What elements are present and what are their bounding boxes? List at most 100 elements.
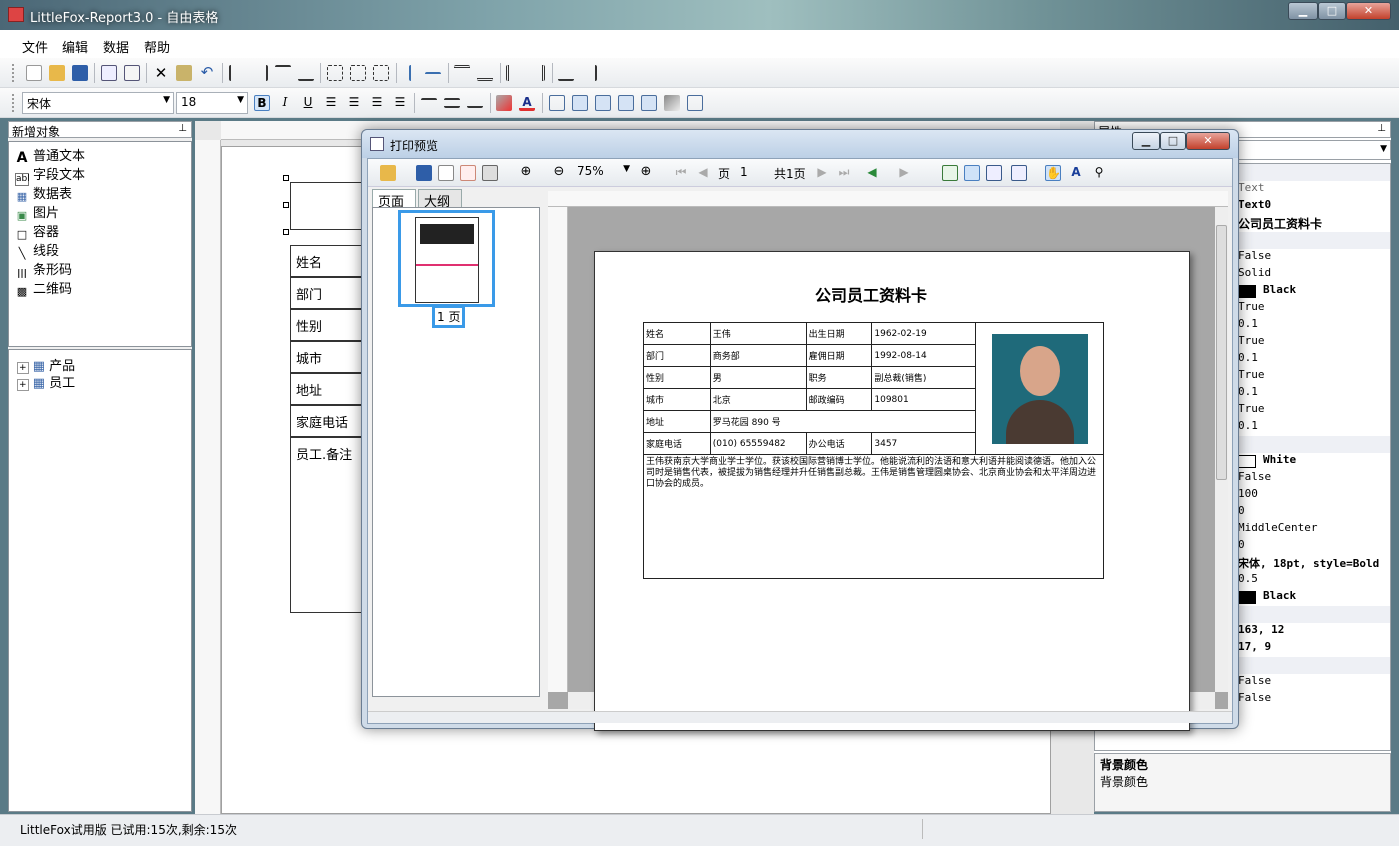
align-bottom-icon[interactable] xyxy=(298,65,314,81)
first-page-icon[interactable]: ⏮ xyxy=(673,165,689,181)
tab-page[interactable]: 页面 xyxy=(372,189,416,210)
size-combo[interactable]: 18 ▼ xyxy=(176,92,248,114)
multi-page-icon[interactable] xyxy=(1011,165,1027,181)
menu-help[interactable]: 帮助 xyxy=(144,37,170,56)
new-icon[interactable] xyxy=(26,65,42,81)
hand-icon[interactable]: ✋ xyxy=(1045,165,1061,181)
border-none-icon[interactable] xyxy=(687,95,703,111)
field-name[interactable]: 姓名 xyxy=(290,245,362,277)
font-color-icon[interactable]: A xyxy=(519,95,535,111)
field-gender[interactable]: 性别 xyxy=(290,309,362,341)
italic-icon[interactable]: I xyxy=(277,95,293,111)
same-size-icon[interactable] xyxy=(373,65,389,81)
prev-page-icon[interactable]: ◀ xyxy=(695,165,711,181)
dialog-minimize-button[interactable]: ▁ xyxy=(1132,132,1160,150)
space-vertical-decrease-icon[interactable] xyxy=(477,65,493,81)
minimize-button[interactable]: ▁ xyxy=(1288,2,1318,20)
next-page-icon[interactable]: ▶ xyxy=(814,165,830,181)
border-all-icon[interactable] xyxy=(549,95,565,111)
zoom-out-icon[interactable]: ⊖ xyxy=(551,165,567,181)
selection-handle[interactable] xyxy=(283,202,289,208)
object-field-text[interactable]: abl 字段文本 xyxy=(15,164,85,186)
same-height-icon[interactable] xyxy=(350,65,366,81)
preview-viewport[interactable]: 公司员工资料卡 姓名 王伟 出生日期 1962-02-19 部门 商务部 雇佣日… xyxy=(548,191,1228,731)
page-icon[interactable] xyxy=(438,165,454,181)
open-icon[interactable] xyxy=(380,165,396,181)
border-left-icon[interactable] xyxy=(618,95,634,111)
align-text-left-icon[interactable]: ☰ xyxy=(323,95,339,111)
object-container[interactable]: □ 容器 xyxy=(15,221,59,241)
align-top-icon[interactable] xyxy=(275,65,291,81)
back-icon[interactable]: ◀ xyxy=(864,165,880,181)
align-text-right-icon[interactable]: ☰ xyxy=(369,95,385,111)
space-horizontal-decrease-icon[interactable] xyxy=(529,65,545,81)
maximize-button[interactable]: □ xyxy=(1318,2,1346,20)
font-combo[interactable]: 宋体 ▼ xyxy=(22,92,174,114)
border-right-icon[interactable] xyxy=(641,95,657,111)
cut-icon[interactable]: ✕ xyxy=(153,65,169,81)
border-outer-icon[interactable] xyxy=(572,95,588,111)
tree-node-employees[interactable]: + ▦ 员工 xyxy=(17,372,75,391)
menu-data[interactable]: 数据 xyxy=(103,37,129,56)
space-horizontal-icon[interactable] xyxy=(506,65,522,81)
object-data-table[interactable]: ▦ 数据表 xyxy=(15,183,72,203)
object-plain-text[interactable]: A 普通文本 xyxy=(15,145,85,166)
dialog-close-button[interactable]: ✕ xyxy=(1186,132,1230,150)
bring-front-icon[interactable] xyxy=(558,65,574,81)
justify-icon[interactable]: ☰ xyxy=(392,95,408,111)
selection-handle[interactable] xyxy=(283,229,289,235)
object-barcode[interactable]: ||| 条形码 xyxy=(15,259,72,279)
field-city[interactable]: 城市 xyxy=(290,341,362,373)
zoom-combo[interactable]: 75% ▼ xyxy=(573,162,633,182)
single-page-icon[interactable] xyxy=(942,165,958,181)
paste-icon[interactable] xyxy=(176,65,192,81)
menu-edit[interactable]: 编辑 xyxy=(62,37,88,56)
selection-handle[interactable] xyxy=(283,175,289,181)
space-vertical-icon[interactable] xyxy=(454,65,470,81)
center-vertical-icon[interactable] xyxy=(425,72,441,76)
tab-outline[interactable]: 大纲 xyxy=(418,189,462,210)
zoom-reset-icon[interactable]: ⊕ xyxy=(638,165,654,181)
text-select-icon[interactable]: A xyxy=(1068,165,1084,181)
pin-icon[interactable]: ⊥ xyxy=(178,123,187,134)
page-width-icon[interactable] xyxy=(964,165,980,181)
valign-middle-icon[interactable] xyxy=(444,98,460,108)
forward-icon[interactable]: ▶ xyxy=(896,165,912,181)
align-text-center-icon[interactable]: ☰ xyxy=(346,95,362,111)
vertical-scrollbar[interactable] xyxy=(1215,207,1228,692)
export-icon[interactable] xyxy=(460,165,476,181)
print-icon[interactable] xyxy=(482,165,498,181)
page-thumbnail[interactable] xyxy=(398,210,495,307)
close-button[interactable]: ✕ xyxy=(1346,2,1391,20)
align-left-icon[interactable] xyxy=(229,65,245,81)
undo-icon[interactable]: ↶ xyxy=(199,65,215,81)
field-home-phone[interactable]: 家庭电话 xyxy=(290,405,362,437)
object-qrcode[interactable]: ▩ 二维码 xyxy=(15,278,72,298)
same-width-icon[interactable] xyxy=(327,65,343,81)
save-icon[interactable] xyxy=(416,165,432,181)
field-notes[interactable]: 员工.备注 xyxy=(290,437,362,613)
expand-icon[interactable]: + xyxy=(17,379,29,391)
open-icon[interactable] xyxy=(49,65,65,81)
last-page-icon[interactable]: ⏭ xyxy=(836,165,852,181)
valign-bottom-icon[interactable] xyxy=(467,98,483,108)
border-inner-icon[interactable] xyxy=(595,95,611,111)
find-icon[interactable]: ⚲ xyxy=(1091,165,1107,181)
eraser-icon[interactable] xyxy=(664,95,680,111)
field-address[interactable]: 地址 xyxy=(290,373,362,405)
scroll-thumb[interactable] xyxy=(1216,225,1227,480)
preview-icon[interactable] xyxy=(101,65,117,81)
two-page-icon[interactable] xyxy=(986,165,1002,181)
zoom-in-icon[interactable]: ⊕ xyxy=(518,165,534,181)
object-line[interactable]: ╲ 线段 xyxy=(15,240,59,260)
fill-color-icon[interactable] xyxy=(496,95,512,111)
send-back-icon[interactable] xyxy=(581,65,597,81)
field-dept[interactable]: 部门 xyxy=(290,277,362,309)
pin-icon[interactable]: ⊥ xyxy=(1377,123,1386,134)
center-horizontal-icon[interactable] xyxy=(409,65,413,81)
save-icon[interactable] xyxy=(72,65,88,81)
align-right-icon[interactable] xyxy=(252,65,268,81)
menu-file[interactable]: 文件 xyxy=(22,37,48,56)
selected-title-box[interactable] xyxy=(290,182,362,230)
object-image[interactable]: ▣ 图片 xyxy=(15,202,59,222)
